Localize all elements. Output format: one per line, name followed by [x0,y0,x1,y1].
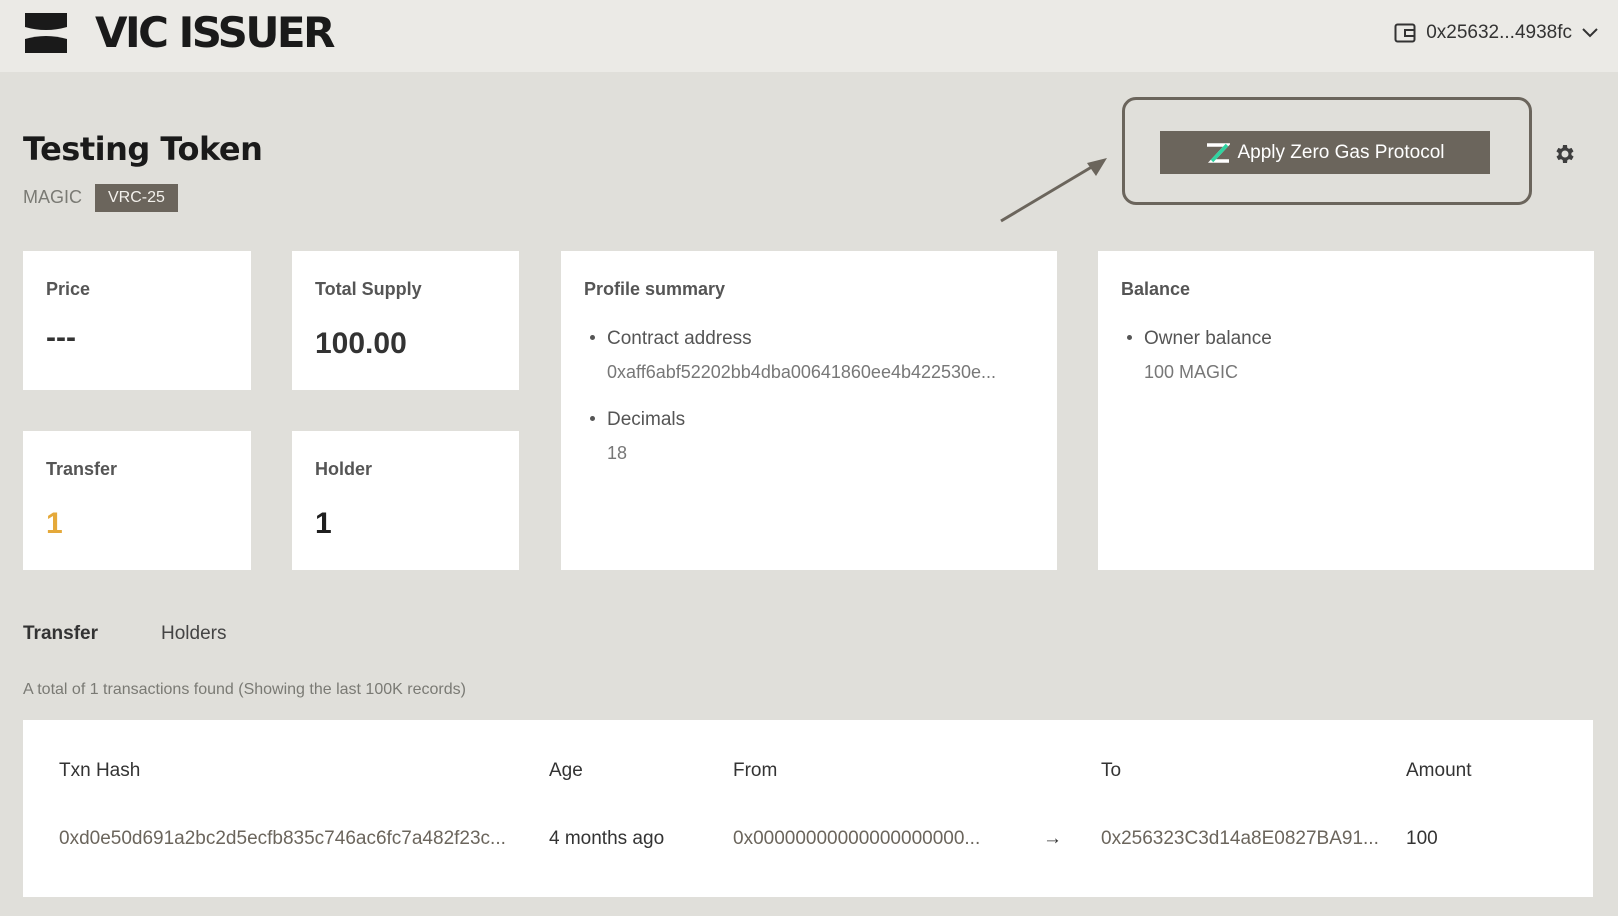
profile-summary-list: Contract address 0xaff6abf52202bb4dba006… [584,326,996,488]
balance-list: Owner balance 100 MAGIC [1121,326,1272,407]
txn-from-link[interactable]: 0x00000000000000000000... [733,828,980,850]
price-label: Price [46,279,91,299]
top-bar: VIC ISSUER 0x25632...4938fc [0,0,1618,72]
balance-card: Balance Owner balance 100 MAGIC [1098,251,1594,570]
list-item: Decimals 18 [584,407,996,466]
decimals-label: Decimals [607,409,686,430]
wallet-icon [1394,23,1416,43]
page-title: Testing Token [23,130,263,168]
tab-transfer[interactable]: Transfer [23,623,98,645]
wallet-address: 0x25632...4938fc [1426,22,1572,43]
arrow-right-icon: → [1043,828,1062,849]
transactions-summary: A total of 1 transactions found (Showing… [23,681,466,698]
brand-name: VIC ISSUER [95,8,335,57]
wallet-menu[interactable]: 0x25632...4938fc [1394,18,1598,48]
total-supply-label: Total Supply [315,279,422,299]
profile-summary-card: Profile summary Contract address 0xaff6a… [561,251,1057,570]
total-supply-value: 100.00 [315,327,407,360]
txn-amount: 100 [1406,828,1438,849]
column-header-txn-hash: Txn Hash [59,760,141,781]
list-item: Owner balance 100 MAGIC [1121,326,1272,385]
transfer-value: 1 [46,507,63,540]
apply-zero-gas-button[interactable]: Apply Zero Gas Protocol [1160,131,1490,174]
list-item: Contract address 0xaff6abf52202bb4dba006… [584,326,996,385]
column-header-from: From [733,760,778,781]
zero-logo-icon [1206,142,1230,163]
transactions-table: Txn Hash Age From To Amount 0xd0e50d691a… [23,720,1593,897]
apply-zero-gas-label: Apply Zero Gas Protocol [1237,141,1445,163]
profile-summary-title: Profile summary [584,279,726,299]
txn-hash-link[interactable]: 0xd0e50d691a2bc2d5ecfb835c746ac6fc7a482f… [59,828,506,850]
contract-address-label: Contract address [607,328,752,349]
holder-card: Holder 1 [292,431,519,570]
txn-to-link[interactable]: 0x256323C3d14a8E0827BA91... [1101,828,1379,850]
column-header-amount: Amount [1406,760,1472,781]
price-card: Price --- [23,251,251,390]
balance-title: Balance [1121,279,1191,299]
transfer-card: Transfer 1 [23,431,251,570]
total-supply-card: Total Supply 100.00 [292,251,519,390]
holder-value: 1 [315,507,332,540]
holder-label: Holder [315,459,373,479]
column-header-age: Age [549,760,583,781]
arrow-icon [1000,158,1107,223]
chevron-down-icon [1582,28,1598,38]
column-header-to: To [1101,760,1122,781]
token-symbol: MAGIC [23,187,83,207]
transfer-label: Transfer [46,459,118,479]
txn-age: 4 months ago [549,828,665,849]
decimals-value: 18 [607,443,628,463]
logo-icon [25,13,67,53]
gear-icon[interactable] [1552,142,1576,166]
owner-balance-label: Owner balance [1144,328,1272,349]
price-value: --- [46,321,76,354]
token-standard-badge: VRC-25 [95,184,178,212]
owner-balance-value: 100 MAGIC [1144,362,1239,382]
contract-address-value: 0xaff6abf52202bb4dba00641860ee4b422530e.… [607,362,997,382]
tab-holders[interactable]: Holders [161,623,226,645]
